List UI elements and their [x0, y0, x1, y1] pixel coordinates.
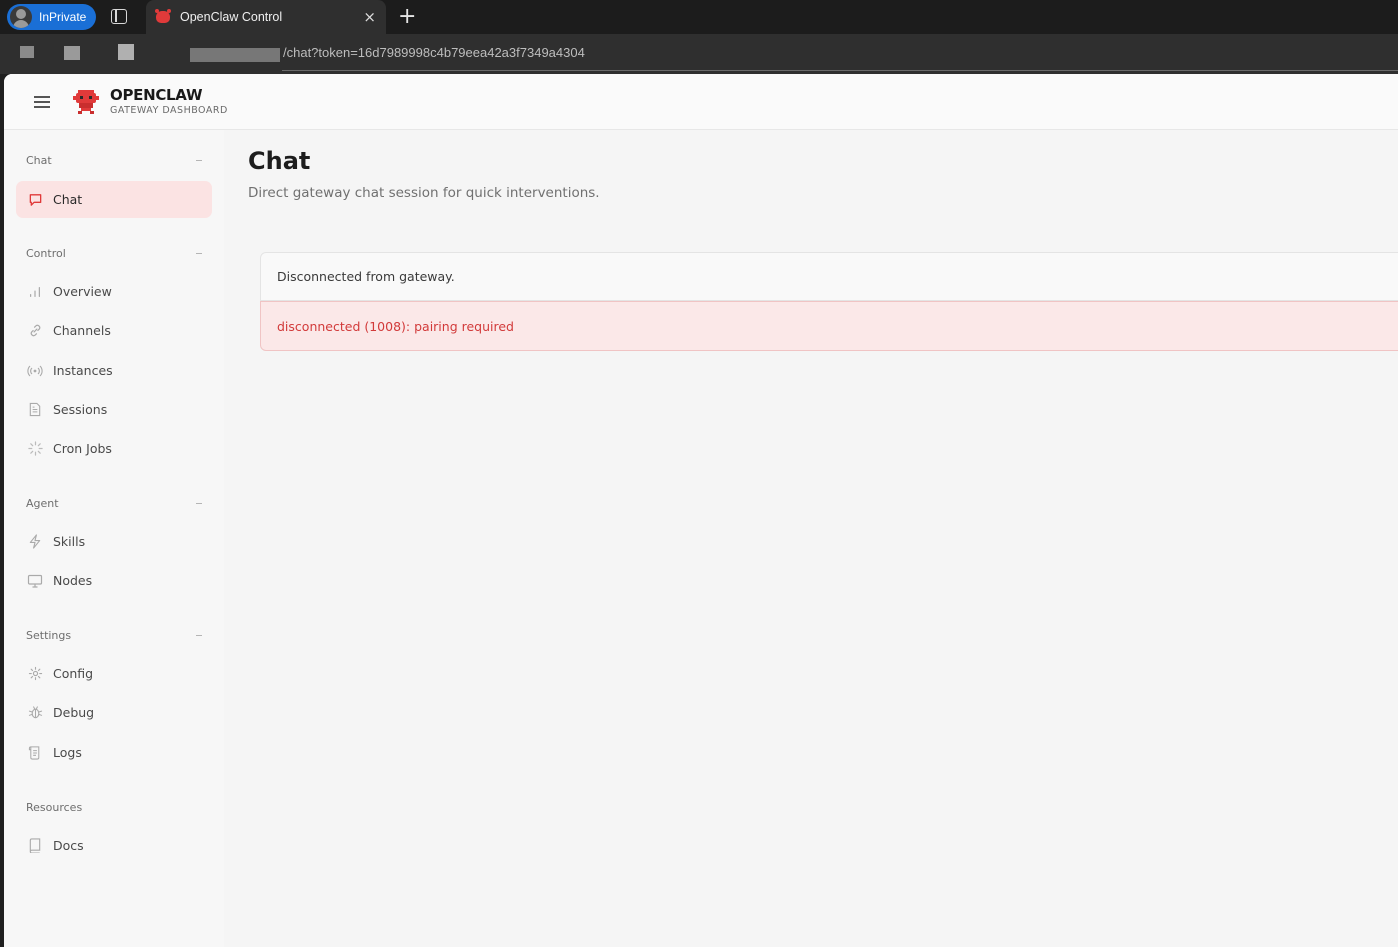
collapse-chat-icon[interactable] — [196, 160, 202, 161]
section-heading-resources: Resources — [26, 801, 83, 814]
refresh-icon[interactable] — [64, 46, 80, 60]
sidebar-item-label: Channels — [53, 323, 111, 338]
url-text[interactable]: /chat?token=16d7989998c4b79eea42a3f7349a… — [283, 45, 585, 60]
main-content: Chat Direct gateway chat session for qui… — [224, 130, 1398, 947]
app-header: OPENCLAW GATEWAY DASHBOARD — [4, 74, 1398, 130]
page-subtitle: Direct gateway chat session for quick in… — [248, 185, 600, 201]
sidebar-item-sessions[interactable]: Sessions — [16, 391, 212, 428]
sidebar-item-label: Skills — [53, 534, 86, 549]
loader-icon — [27, 441, 43, 457]
radio-signal-icon — [27, 363, 43, 379]
sidebar-item-label: Cron Jobs — [53, 441, 112, 456]
collapse-settings-icon[interactable] — [196, 635, 202, 636]
bar-chart-icon — [27, 284, 43, 300]
sidebar-item-config[interactable]: Config — [16, 655, 212, 692]
profile-avatar-icon — [10, 6, 32, 28]
section-heading-control[interactable]: Control — [26, 247, 66, 260]
collapse-control-icon[interactable] — [196, 253, 202, 254]
lightning-icon — [27, 534, 43, 550]
sidebar-item-label: Config — [53, 666, 94, 681]
sidebar-item-cron-jobs[interactable]: Cron Jobs — [16, 430, 212, 467]
section-heading-chat[interactable]: Chat — [26, 154, 52, 167]
document-icon — [27, 402, 43, 418]
sidebar-item-label: Nodes — [53, 573, 93, 588]
openclaw-logo-icon — [73, 90, 99, 114]
address-bar-underline — [282, 70, 1398, 71]
error-message: disconnected (1008): pairing required — [277, 319, 514, 334]
link-icon — [27, 323, 43, 339]
scroll-icon — [27, 745, 43, 761]
sidebar-item-label: Instances — [53, 363, 113, 378]
inprivate-profile-button[interactable]: InPrivate — [7, 4, 96, 30]
sidebar-item-label: Docs — [53, 838, 84, 853]
book-icon — [27, 838, 43, 854]
page-title: Chat — [248, 147, 311, 175]
connection-status-callout: Disconnected from gateway. — [260, 252, 1398, 301]
browser-tab-openclaw[interactable]: OpenClaw Control × — [146, 0, 386, 34]
sidebar-item-skills[interactable]: Skills — [16, 523, 212, 560]
sidebar-item-label: Chat — [53, 192, 83, 207]
bug-icon — [27, 705, 43, 721]
profile-label: InPrivate — [39, 10, 87, 24]
brand-subtitle: GATEWAY DASHBOARD — [110, 105, 228, 116]
monitor-icon — [27, 573, 43, 589]
tab-actions-icon[interactable] — [111, 9, 127, 24]
section-heading-settings[interactable]: Settings — [26, 629, 71, 642]
error-callout: disconnected (1008): pairing required — [260, 301, 1398, 351]
menu-icon[interactable] — [34, 96, 50, 108]
new-tab-icon[interactable]: + — [398, 4, 416, 29]
tab-close-icon[interactable]: × — [363, 8, 376, 26]
sidebar-item-label: Sessions — [53, 402, 108, 417]
sidebar: Chat Chat Control Overview Channels Inst… — [4, 130, 224, 947]
sidebar-item-logs[interactable]: Logs — [16, 734, 212, 771]
site-info-icon[interactable] — [118, 44, 134, 60]
chat-bubble-icon — [27, 192, 43, 208]
sidebar-item-label: Logs — [53, 745, 82, 760]
brand-title: OPENCLAW — [110, 86, 203, 104]
gear-icon — [27, 666, 43, 682]
openclaw-app: OPENCLAW GATEWAY DASHBOARD Chat Chat Con… — [4, 74, 1398, 947]
address-bar — [0, 34, 1398, 74]
sidebar-item-debug[interactable]: Debug — [16, 694, 212, 731]
section-heading-agent[interactable]: Agent — [26, 497, 59, 510]
openclaw-favicon-icon — [155, 9, 171, 23]
browser-tab-bar: InPrivate OpenClaw Control × + — [0, 0, 1398, 34]
sidebar-item-label: Debug — [53, 705, 95, 720]
tab-title: OpenClaw Control — [180, 10, 283, 24]
sidebar-item-instances[interactable]: Instances — [16, 352, 212, 389]
sidebar-item-docs[interactable]: Docs — [16, 827, 212, 864]
collapse-agent-icon[interactable] — [196, 503, 202, 504]
sidebar-item-channels[interactable]: Channels — [16, 312, 212, 349]
sidebar-item-nodes[interactable]: Nodes — [16, 562, 212, 599]
sidebar-item-chat[interactable]: Chat — [16, 181, 212, 218]
sidebar-item-overview[interactable]: Overview — [16, 273, 212, 310]
status-message: Disconnected from gateway. — [277, 269, 455, 284]
back-icon[interactable] — [20, 46, 34, 58]
sidebar-item-label: Overview — [53, 284, 112, 299]
url-redacted-host — [190, 48, 280, 62]
